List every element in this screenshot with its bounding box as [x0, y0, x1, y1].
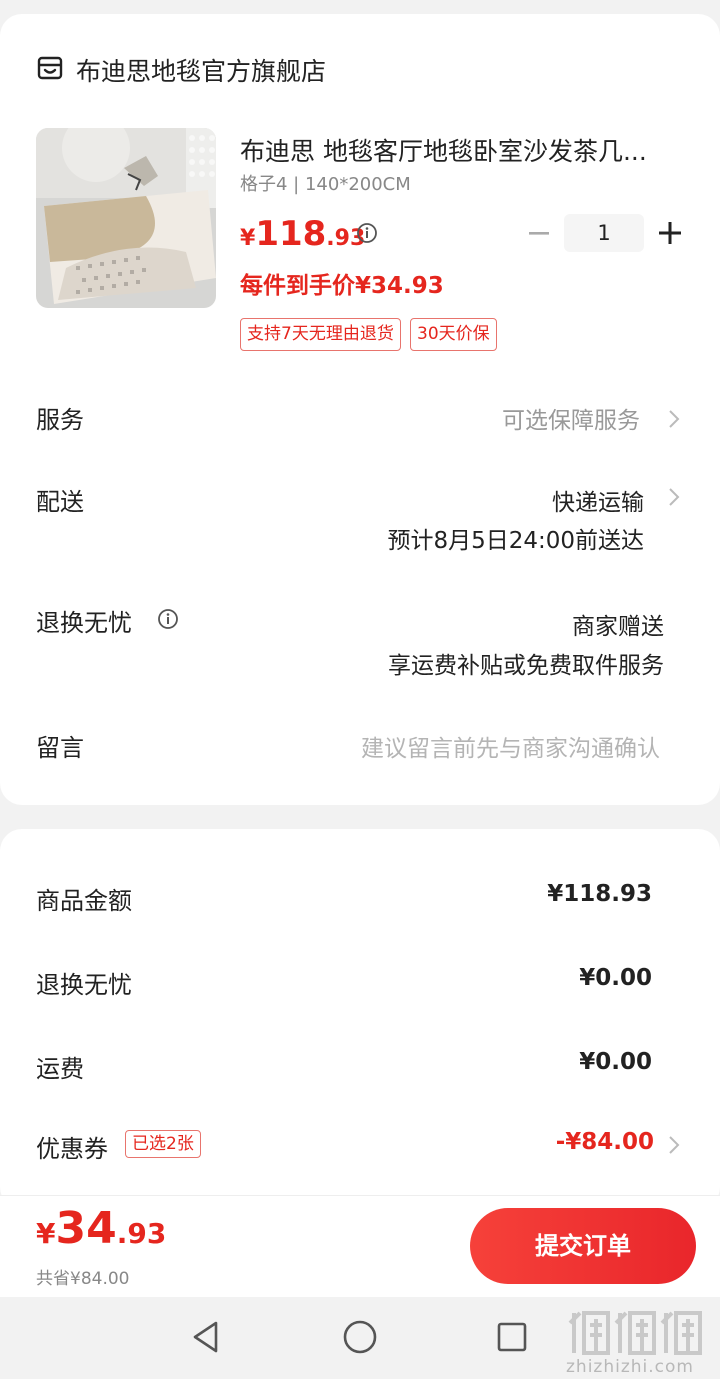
- goods-amount-label: 商品金额: [36, 887, 132, 915]
- watermark-text: zhizhizhi.com: [566, 1357, 694, 1377]
- saved-amount-label: 共省¥84.00: [36, 1269, 130, 1289]
- service-label: 服务: [36, 406, 84, 434]
- return-care-detail: 享运费补贴或免费取件服务: [388, 653, 664, 679]
- return-care-fee-value: ¥0.00: [579, 965, 652, 991]
- shipping-fee-value: ¥0.00: [579, 1049, 652, 1075]
- delivery-value[interactable]: 快递运输: [552, 483, 644, 517]
- price-integer: 118: [255, 214, 327, 254]
- quantity-input[interactable]: 1: [564, 214, 644, 252]
- info-icon[interactable]: [157, 608, 179, 630]
- checkout-bar: ¥34.93 共省¥84.00 提交订单: [0, 1195, 720, 1297]
- coupon-value[interactable]: -¥84.00: [556, 1129, 654, 1155]
- unit-price-label: 每件到手价¥34.93: [240, 273, 444, 299]
- return-care-fee-label: 退换无忧: [36, 971, 132, 999]
- product-spec[interactable]: 格子4 | 140*200CM: [240, 170, 411, 196]
- home-icon[interactable]: [342, 1319, 378, 1355]
- total-decimal: .93: [116, 1217, 167, 1250]
- goods-amount-value: ¥118.93: [547, 881, 652, 907]
- return-care-label: 退换无忧: [36, 609, 132, 637]
- service-value[interactable]: 可选保障服务: [502, 401, 640, 435]
- coupon-badge[interactable]: 已选2张: [125, 1130, 201, 1158]
- watermark-logo: [568, 1311, 702, 1355]
- minus-icon[interactable]: [526, 218, 552, 248]
- back-icon[interactable]: [190, 1319, 222, 1355]
- price-symbol: ¥: [240, 226, 256, 251]
- chevron-right-icon[interactable]: [668, 409, 680, 429]
- plus-icon[interactable]: [656, 218, 684, 248]
- chevron-right-icon[interactable]: [668, 1135, 680, 1155]
- submit-order-button[interactable]: 提交订单: [470, 1208, 696, 1284]
- coupon-label: 优惠券: [36, 1135, 108, 1163]
- system-nav-bar: zhizhizhi.com: [0, 1297, 720, 1379]
- price-protection-tag: 30天价保: [410, 318, 497, 351]
- delivery-eta: 预计8月5日24:00前送达: [387, 528, 644, 554]
- product-price: ¥118.93: [240, 214, 365, 254]
- shipping-fee-label: 运费: [36, 1055, 84, 1083]
- total-symbol: ¥: [36, 1217, 56, 1250]
- message-input[interactable]: 建议留言前先与商家沟通确认: [361, 729, 660, 763]
- recents-icon[interactable]: [496, 1321, 528, 1353]
- price-summary-card: 商品金额 ¥118.93 退换无忧 ¥0.00 运费 ¥0.00 优惠券 已选2…: [0, 829, 720, 1209]
- total-integer: 34: [55, 1203, 117, 1254]
- delivery-label: 配送: [36, 488, 84, 516]
- return-care-value: 商家赠送: [572, 614, 664, 640]
- store-icon: [37, 56, 63, 80]
- store-name[interactable]: 布迪思地毯官方旗舰店: [76, 52, 326, 88]
- total-price: ¥34.93: [36, 1203, 166, 1254]
- chevron-right-icon[interactable]: [668, 487, 680, 507]
- order-card: 布迪思地毯官方旗舰店 布迪思 地毯客厅地毯卧室沙发茶几... 格子4 | 140…: [0, 14, 720, 805]
- message-label: 留言: [36, 734, 84, 762]
- info-icon[interactable]: [356, 222, 378, 244]
- product-image[interactable]: [36, 128, 216, 308]
- product-title[interactable]: 布迪思 地毯客厅地毯卧室沙发茶几...: [240, 132, 647, 168]
- return-policy-tag: 支持7天无理由退货: [240, 318, 401, 351]
